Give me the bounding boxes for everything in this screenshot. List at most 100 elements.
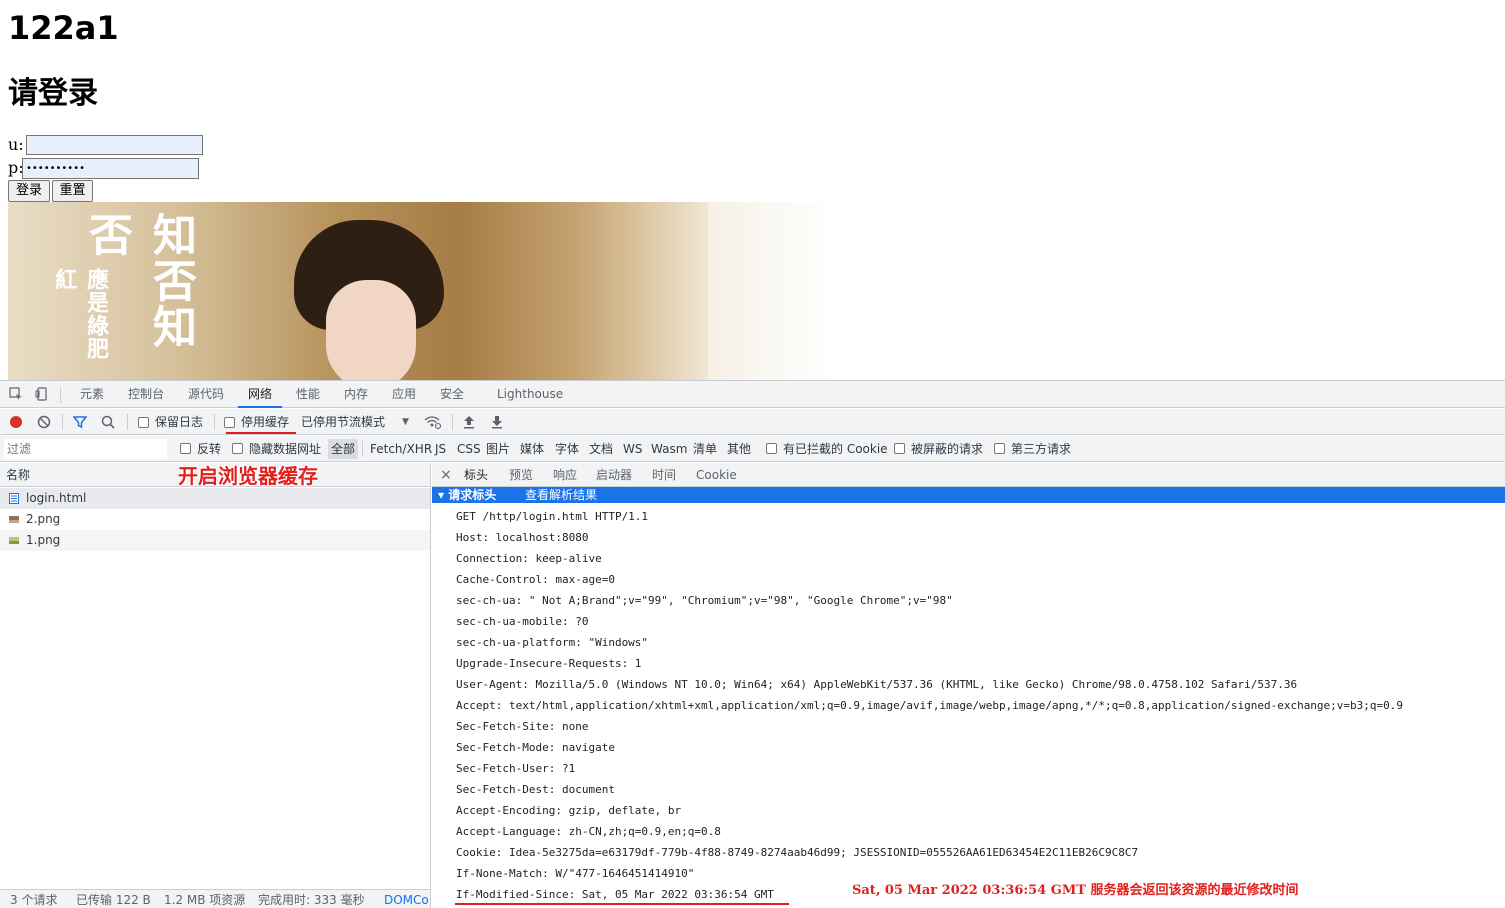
blocked-requests-checkbox[interactable] [894,443,905,454]
tab-network[interactable]: 网络 [238,381,283,408]
filter-icon[interactable] [73,415,87,429]
tab-memory[interactable]: 内存 [344,381,368,408]
filter-type-doc[interactable]: 文档 [589,436,613,462]
filter-type-fetch[interactable]: Fetch/XHR [370,436,432,462]
request-header-line: Cache-Control: max-age=0 [456,573,615,586]
request-row[interactable]: 2.png [0,509,430,530]
filter-type-manifest[interactable]: 清单 [693,436,717,462]
export-har-icon[interactable] [491,415,503,429]
view-parsed-link[interactable]: 查看解析结果 [525,487,597,503]
separator [127,414,128,430]
filter-input[interactable] [4,439,167,459]
request-header-line: Sec-Fetch-Mode: navigate [456,741,615,754]
separator [214,414,215,430]
username-input[interactable] [26,135,203,155]
throttling-select[interactable]: 已停用节流模式 [301,409,385,435]
request-header-line: GET /http/login.html HTTP/1.1 [456,510,649,523]
tab-timing[interactable]: 时间 [652,463,676,487]
tab-lighthouse[interactable]: Lighthouse [497,381,563,408]
image-file-icon [9,516,19,523]
request-header-line: User-Agent: Mozilla/5.0 (Windows NT 10.0… [456,678,1298,691]
request-header-line: sec-ch-ua-mobile: ?0 [456,615,589,628]
disable-cache-checkbox[interactable] [224,417,235,428]
tab-cookies[interactable]: Cookie [696,463,737,487]
image-file-icon [9,537,19,544]
page-heading: 122a1 [8,9,119,47]
filter-type-css[interactable]: CSS [457,436,481,462]
filter-type-js[interactable]: JS [435,436,446,462]
network-conditions-icon[interactable] [424,415,442,429]
request-header-line: Accept: text/html,application/xhtml+xml,… [456,699,1404,712]
login-button[interactable]: 登录 [8,180,50,202]
reset-button[interactable]: 重置 [52,180,93,202]
tab-sources[interactable]: 源代码 [188,381,224,408]
request-headers-section[interactable]: ▾ 请求标头 查看解析结果 [432,487,1505,503]
devtools-tabbar: 元素 控制台 源代码 网络 性能 内存 应用 安全 Lighthouse [0,381,1505,408]
tab-preview[interactable]: 预览 [509,463,533,487]
invert-label: 反转 [197,442,222,456]
filter-type-wasm[interactable]: Wasm [651,436,687,462]
tab-initiator[interactable]: 启动器 [596,463,632,487]
request-name: 2.png [26,512,61,526]
filter-type-other[interactable]: 其他 [727,436,751,462]
request-header-line: Cookie: Idea-5e3275da=e63179df-779b-4f88… [456,846,1139,859]
import-har-icon[interactable] [463,415,475,429]
request-list: 名称 login.html 2.png 1.png 3 个请求 已传输 122 … [0,463,431,908]
cache-annotation: 开启浏览器缓存 [178,464,318,488]
request-header-line: Connection: keep-alive [456,552,602,565]
login-heading: 请登录 [8,76,98,111]
search-icon[interactable] [101,415,115,429]
close-icon[interactable]: × [440,463,452,487]
invert-checkbox[interactable] [180,443,191,454]
blocked-cookies-checkbox[interactable] [766,443,777,454]
clear-icon[interactable] [37,415,51,429]
hide-data-urls-checkbox[interactable] [232,443,243,454]
tab-security[interactable]: 安全 [440,381,464,408]
modified-since-underline [455,903,789,905]
request-detail-pane: × 标头 预览 响应 启动器 时间 Cookie ▾ 请求标头 查看解析结果 G… [432,463,1505,908]
request-header-line: Sec-Fetch-Site: none [456,720,589,733]
third-party-checkbox[interactable] [994,443,1005,454]
record-icon[interactable] [9,415,23,429]
preserve-log-checkbox[interactable] [138,417,149,428]
filter-type-img[interactable]: 图片 [486,436,510,462]
tab-elements[interactable]: 元素 [80,381,104,408]
password-input[interactable]: •••••••••• [22,158,199,179]
section-title: ▾ 请求标头 [438,488,497,502]
tab-performance[interactable]: 性能 [296,381,320,408]
request-name: login.html [26,491,87,505]
tab-application[interactable]: 应用 [392,381,416,408]
filter-type-media[interactable]: 媒体 [520,436,544,462]
finish-time: 完成用时: 333 毫秒 [258,893,365,907]
request-row[interactable]: 1.png [0,530,430,551]
hide-data-urls-label: 隐藏数据网址 [249,442,322,456]
network-status-bar: 3 个请求 已传输 122 B 1.2 MB 项资源 完成用时: 333 毫秒 … [0,889,430,908]
blocked-cookies-label: 有已拦截的 Cookie [783,442,888,456]
request-header-line: Sec-Fetch-User: ?1 [456,762,576,775]
request-name: 1.png [26,533,61,547]
filter-type-ws[interactable]: WS [623,436,642,462]
modified-since-annotation: Sat, 05 Mar 2022 03:36:54 GMT 服务器会返回该资源的… [852,883,1299,898]
filter-type-all[interactable]: 全部 [328,439,359,459]
inspect-element-icon[interactable] [9,387,23,401]
tab-headers[interactable]: 标头 [464,463,488,487]
devtools-panel: 元素 控制台 源代码 网络 性能 内存 应用 安全 Lighthouse 保留日… [0,380,1505,908]
device-toolbar-icon[interactable] [35,387,49,401]
detail-tabbar: × 标头 预览 响应 启动器 时间 Cookie [432,463,1505,487]
separator [452,414,453,430]
request-header-line: Host: localhost:8080 [456,531,589,544]
screen: 122a1 请登录 u: p: •••••••••• 登录 重置 知否知否 應是… [0,0,1505,908]
chevron-down-icon[interactable]: ▼ [402,409,409,435]
request-header-line: If-None-Match: W/"477-1646451414910" [456,867,695,880]
request-row[interactable]: login.html [0,488,430,509]
request-header-line: Accept-Language: zh-CN,zh;q=0.9,en;q=0.8 [456,825,721,838]
banner-image: 知否知否 應是綠肥紅 [8,202,827,380]
curtain [708,202,827,380]
tab-response[interactable]: 响应 [553,463,577,487]
tab-console[interactable]: 控制台 [128,381,164,408]
username-row: u: [8,135,24,155]
domcontentloaded-time: DOMCo [384,893,429,907]
filter-type-font[interactable]: 字体 [555,436,579,462]
separator [62,414,63,430]
portrait-figure [276,220,466,380]
